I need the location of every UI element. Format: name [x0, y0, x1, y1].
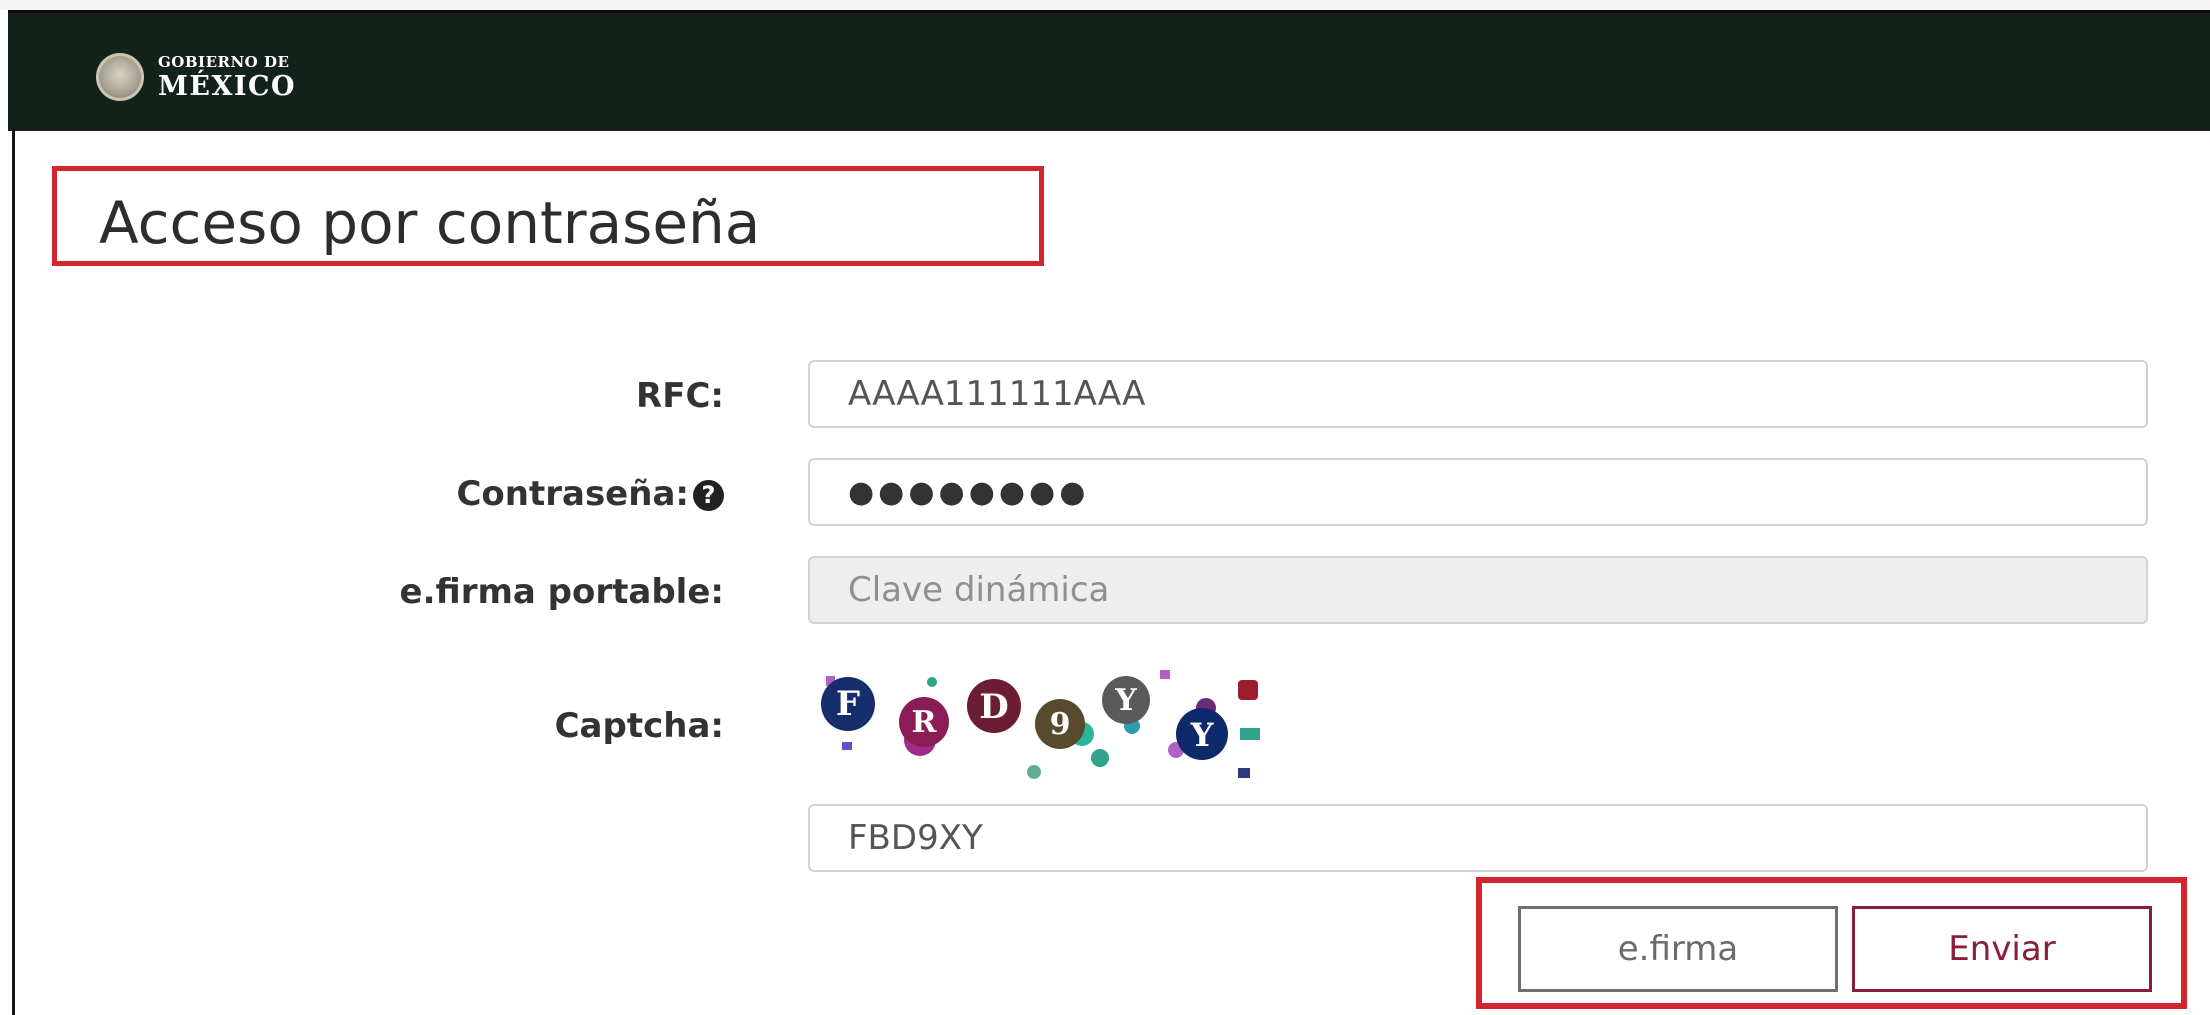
- national-seal-icon: [96, 53, 144, 101]
- logo-line-2: MÉXICO: [158, 70, 297, 102]
- svg-text:R: R: [912, 705, 938, 740]
- question-circle-icon[interactable]: ?: [693, 480, 724, 511]
- efirma-button[interactable]: e.firma: [1518, 906, 1838, 992]
- dynamic-key-input[interactable]: [808, 556, 2148, 624]
- site-header: GOBIERNO DE MÉXICO: [8, 10, 2210, 131]
- rfc-label: RFC:: [636, 376, 724, 416]
- logo-text: GOBIERNO DE MÉXICO: [158, 52, 297, 102]
- page-title: Acceso por contraseña: [99, 189, 761, 257]
- svg-text:F: F: [836, 684, 860, 724]
- password-label-group: Contraseña:?: [456, 472, 724, 516]
- buttons-highlight-box: e.firma Enviar: [1476, 877, 2187, 1009]
- svg-text:9: 9: [1050, 707, 1071, 742]
- logo-line-1: GOBIERNO DE: [158, 52, 290, 71]
- captcha-image: F R D 9 Y Y: [821, 670, 1260, 779]
- title-highlight-box: Acceso por contraseña: [52, 166, 1044, 266]
- svg-text:Y: Y: [1190, 716, 1215, 754]
- enviar-button[interactable]: Enviar: [1852, 906, 2152, 992]
- rfc-input[interactable]: [808, 360, 2148, 428]
- left-border: [12, 128, 15, 1015]
- password-label: Contraseña:: [456, 474, 689, 514]
- captcha-label: Captcha:: [554, 706, 724, 746]
- svg-text:Y: Y: [1114, 683, 1137, 718]
- efirma-portable-label: e.firma portable:: [399, 572, 724, 612]
- svg-text:D: D: [979, 687, 1008, 727]
- password-input[interactable]: [808, 458, 2148, 526]
- captcha-input[interactable]: [808, 804, 2148, 872]
- gobierno-mexico-logo[interactable]: GOBIERNO DE MÉXICO: [96, 53, 296, 101]
- window-top-edge: [0, 0, 2210, 10]
